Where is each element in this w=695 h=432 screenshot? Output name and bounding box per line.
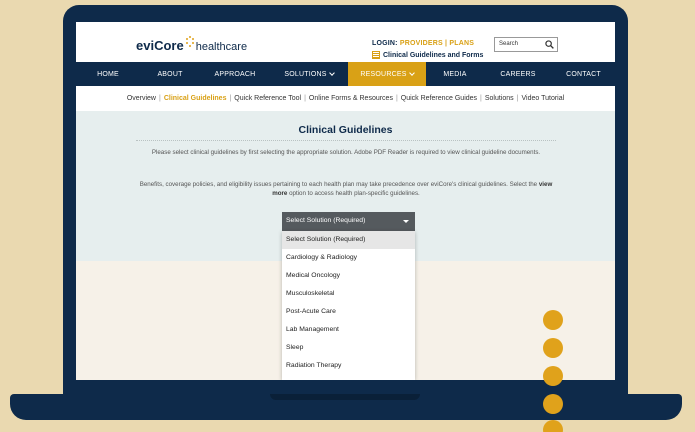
nav-contact[interactable]: CONTACT [552,62,615,86]
nav-solutions-label: SOLUTIONS [284,70,327,78]
subnav-quick-reference-guides[interactable]: Quick Reference Guides [401,95,477,102]
nav-resources[interactable]: RESOURCES [348,62,426,86]
decorative-dot [543,366,563,386]
subnav-separator: | [159,95,161,102]
browser-screen: eviCore healthcare LOGIN: PROVIDERS | PL… [76,22,615,380]
coverage-text-end: option to access health plan-specific gu… [287,190,420,197]
login-divider: | [445,40,448,47]
subnav-solutions[interactable]: Solutions [485,95,514,102]
subnav-clinical-guidelines[interactable]: Clinical Guidelines [164,95,227,102]
option-lab-management[interactable]: Lab Management [282,321,415,339]
subnav-separator: | [229,95,232,102]
coverage-text-start: Benefits, coverage policies, and eligibi… [139,181,539,188]
subnav-separator: | [480,95,482,102]
option-sleep[interactable]: Sleep [282,339,415,357]
nav-resources-label: RESOURCES [360,70,407,78]
main-nav: HOME ABOUT APPROACH SOLUTIONS RESOURCES … [76,62,615,86]
subnav-video-tutorial[interactable]: Video Tutorial [522,95,565,102]
option-post-acute-care[interactable]: Post-Acute Care [282,303,415,321]
decorative-dot [543,394,563,414]
page-title: Clinical Guidelines [298,124,393,136]
guidelines-forms-label: Clinical Guidelines and Forms [383,51,484,59]
subnav-overview[interactable]: Overview [127,95,156,102]
nav-home-label: HOME [97,70,119,78]
guidelines-forms-link[interactable]: Clinical Guidelines and Forms [372,51,483,59]
evicore-logo[interactable]: eviCore healthcare [136,36,247,53]
dotted-divider [136,140,556,141]
subnav-quick-reference-tool[interactable]: Quick Reference Tool [234,95,301,102]
option-cardiology-radiology[interactable]: Cardiology & Radiology [282,249,415,267]
option-musculoskeletal[interactable]: Musculoskeletal [282,285,415,303]
nav-media[interactable]: MEDIA [426,62,484,86]
solution-options-list: Select Solution (Required) Cardiology & … [282,231,415,380]
sub-nav: Overview | Clinical Guidelines | Quick R… [76,86,615,111]
laptop-notch [270,394,420,400]
subnav-separator: | [516,95,519,102]
logo-subtext: healthcare [195,41,248,53]
chevron-down-icon [328,70,335,76]
coverage-text: Benefits, coverage policies, and eligibi… [136,180,556,198]
plans-link[interactable]: PLANS [449,40,474,47]
nav-contact-label: CONTACT [566,70,601,78]
providers-link[interactable]: PROVIDERS [400,40,443,47]
chevron-down-icon [408,70,415,76]
login-links: LOGIN: PROVIDERS | PLANS [372,40,474,47]
nav-solutions[interactable]: SOLUTIONS [270,62,348,86]
decorative-dot [543,338,563,358]
nav-home[interactable]: HOME [76,62,140,86]
nav-approach[interactable]: APPROACH [200,62,270,86]
logo-dots-icon [185,36,194,50]
decorative-dot [543,310,563,330]
search-placeholder: Search [499,41,519,47]
search-icon[interactable] [545,40,554,49]
solution-select-value: Select Solution (Required) [286,217,366,224]
subnav-separator: | [395,95,398,102]
caret-down-icon [403,220,409,223]
decorative-dot [543,420,563,432]
option-radiation-therapy[interactable]: Radiation Therapy [282,357,415,375]
login-label: LOGIN: [372,40,398,47]
nav-approach-label: APPROACH [214,70,256,78]
nav-about[interactable]: ABOUT [140,62,200,86]
solution-select[interactable]: Select Solution (Required) [282,212,415,231]
option-select-solution[interactable]: Select Solution (Required) [282,231,415,249]
document-icon [372,51,380,59]
search-input[interactable]: Search [494,37,558,52]
subnav-separator: | [304,95,306,102]
nav-about-label: ABOUT [157,70,183,78]
nav-careers-label: CAREERS [500,70,536,78]
nav-careers[interactable]: CAREERS [484,62,552,86]
nav-media-label: MEDIA [443,70,467,78]
option-medical-oncology[interactable]: Medical Oncology [282,267,415,285]
subnav-online-forms[interactable]: Online Forms & Resources [309,95,393,102]
site-header: eviCore healthcare LOGIN: PROVIDERS | PL… [76,22,615,62]
intro-text: Please select clinical guidelines by fir… [151,149,541,156]
logo-text: eviCore [136,38,184,53]
